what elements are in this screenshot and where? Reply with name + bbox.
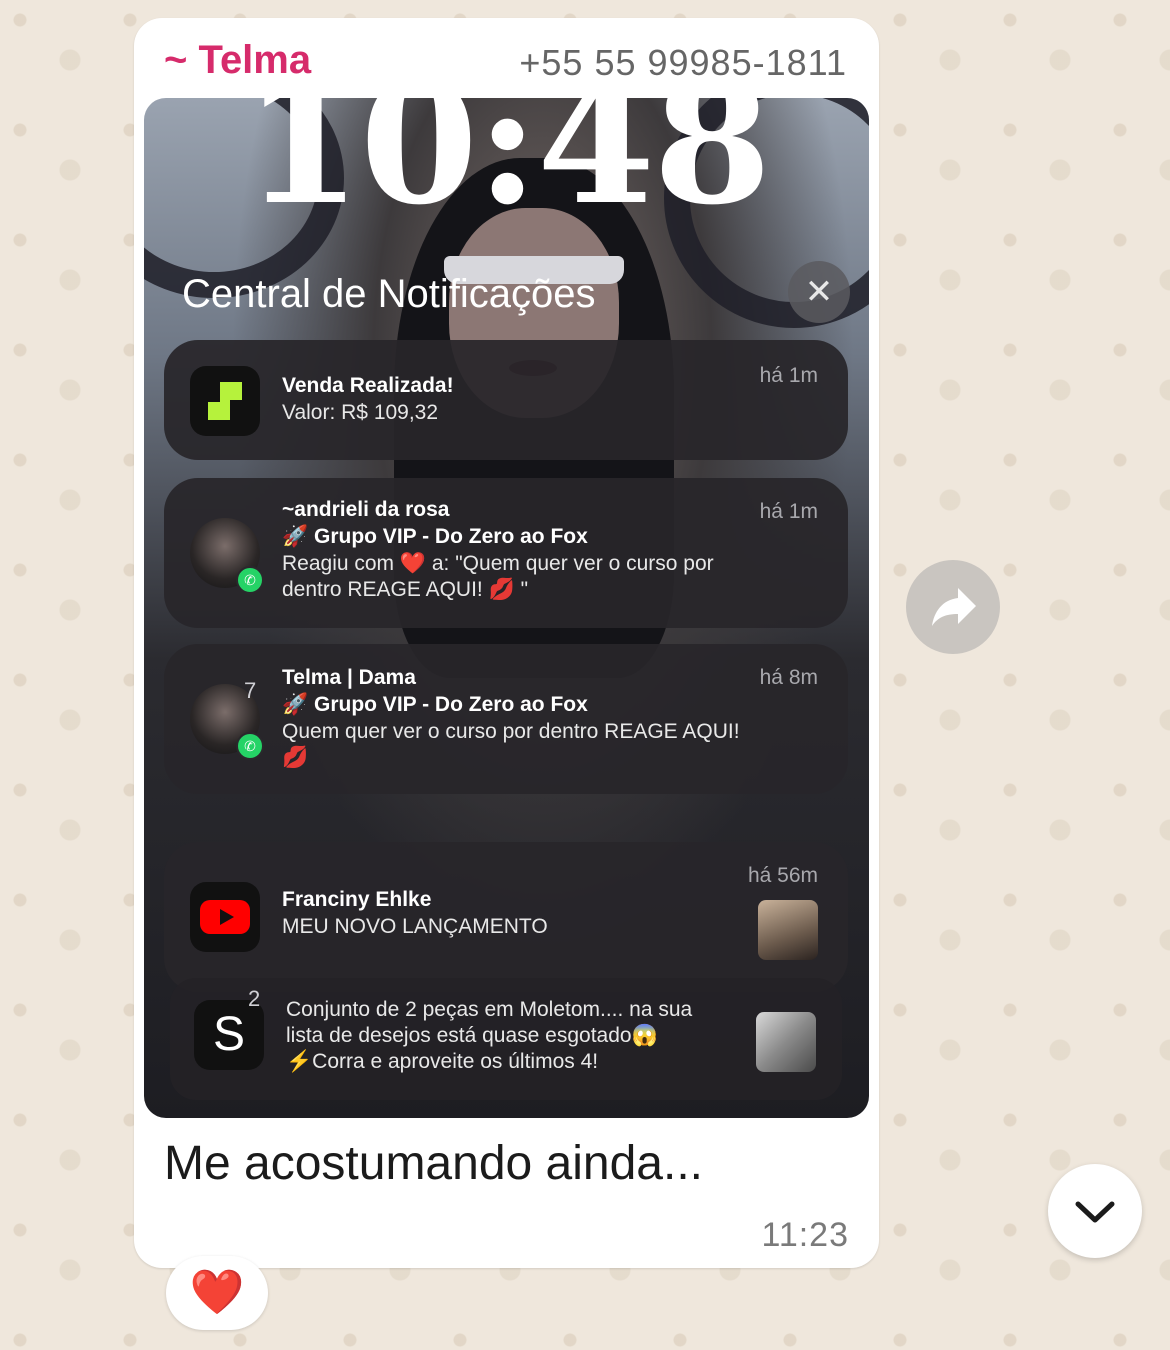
scroll-down-button[interactable] (1048, 1164, 1142, 1258)
notification-sale[interactable]: Venda Realizada! Valor: R$ 109,32 há 1m (164, 340, 848, 460)
notification-group-name: 🚀 Grupo VIP - Do Zero ao Fox (282, 525, 588, 548)
notification-time: há 1m (759, 500, 818, 523)
message-time: 11:23 (761, 1216, 849, 1254)
notification-title: ~andrieli da rosa (282, 498, 450, 521)
notification-body: dentro REAGE AQUI! 💋 " (282, 578, 529, 601)
message-caption: Me acostumando ainda... (164, 1137, 703, 1190)
close-icon[interactable]: ✕ (788, 261, 850, 323)
heart-reaction[interactable]: ❤️ (166, 1256, 268, 1330)
notification-body: 💋 (282, 746, 309, 769)
chevron-down-icon (1075, 1201, 1115, 1223)
notification-body: Conjunto de 2 peças em Moletom.... na su… (286, 998, 693, 1021)
notification-title: Venda Realizada! (282, 374, 454, 397)
screenshot-image[interactable]: 10:48 Central de Notificações ✕ Venda Re… (144, 98, 869, 1118)
notification-time: há 1m (759, 364, 818, 387)
notification-shein[interactable]: S 2 Conjunto de 2 peças em Moletom.... n… (170, 978, 842, 1100)
notification-group-name: 🚀 Grupo VIP - Do Zero ao Fox (282, 693, 588, 716)
notification-body: Valor: R$ 109,32 (282, 401, 439, 424)
forward-arrow-icon (932, 588, 976, 626)
notification-body: lista de desejos está quase esgotado😱 (286, 1024, 658, 1047)
notification-body: Quem quer ver o curso por dentro REAGE A… (282, 720, 740, 743)
notification-center-title: Central de Notificações (182, 272, 596, 316)
notification-title: Telma | Dama (282, 666, 416, 689)
lockscreen-clock: 10:48 (243, 98, 772, 243)
forward-button[interactable] (906, 560, 1000, 654)
notification-count: 7 (244, 678, 257, 703)
youtube-icon (190, 882, 260, 952)
message-bubble[interactable]: ~ Telma +55 55 99985-1811 10:48 Central … (134, 18, 879, 1268)
notification-time: há 8m (759, 666, 818, 689)
notification-whatsapp-reaction[interactable]: ✆ ~andrieli da rosa 🚀 Grupo VIP - Do Zer… (164, 478, 848, 628)
whatsapp-icon: ✆ (236, 732, 264, 760)
sales-app-icon (190, 366, 260, 436)
product-thumbnail (756, 1012, 816, 1072)
whatsapp-icon: ✆ (236, 566, 264, 594)
notification-body: MEU NOVO LANÇAMENTO (282, 915, 548, 938)
sender-phone: +55 55 99985-1811 (519, 42, 847, 83)
notification-body: Reagiu com ❤️ a: "Quem quer ver o curso … (282, 552, 714, 575)
notification-time: há 56m (747, 864, 818, 887)
notification-whatsapp-message[interactable]: 7 ✆ Telma | Dama 🚀 Grupo VIP - Do Zero a… (164, 644, 848, 794)
notification-body: ⚡Corra e aproveite os últimos 4! (286, 1050, 599, 1073)
video-thumbnail (758, 900, 818, 960)
sender-name[interactable]: ~ Telma (164, 38, 311, 83)
notification-youtube[interactable]: Franciny Ehlke MEU NOVO LANÇAMENTO há 56… (164, 842, 848, 992)
notification-title: Franciny Ehlke (282, 888, 432, 911)
notification-count: 2 (248, 986, 261, 1011)
